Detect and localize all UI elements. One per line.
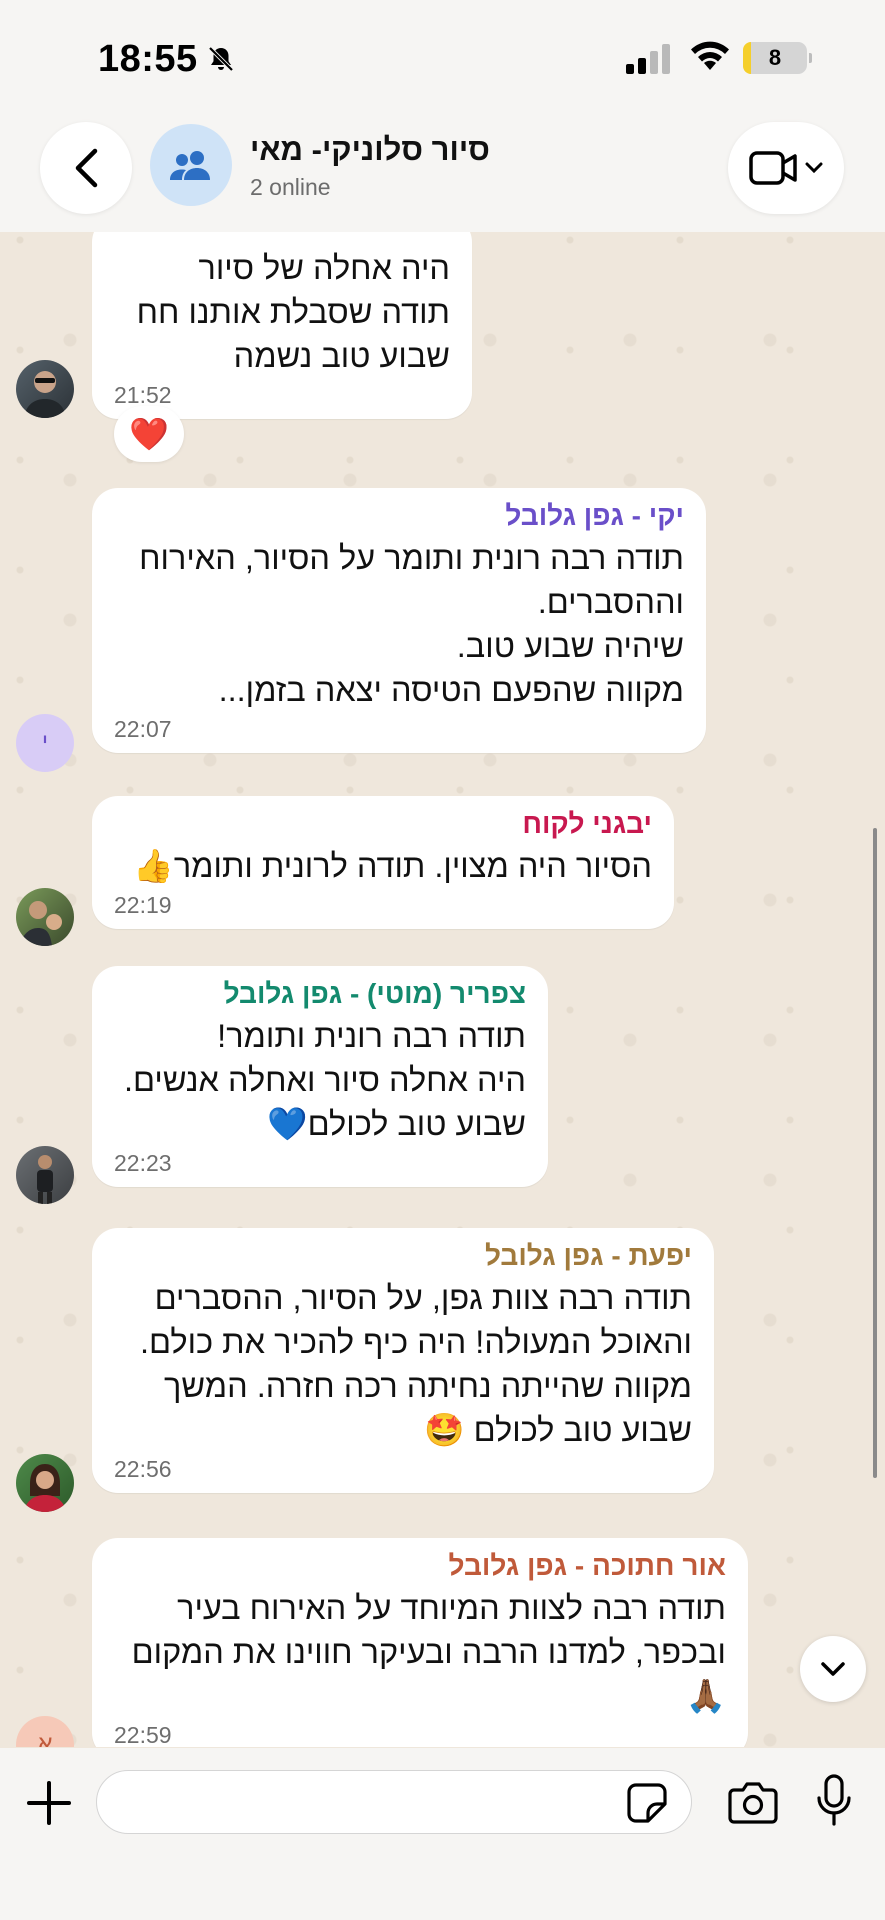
message-bubble[interactable]: אור חתוכה - גפן גלובל תודה רבה לצוות המי… bbox=[92, 1538, 748, 1747]
message-time: 22:23 bbox=[114, 1150, 172, 1176]
composer-bar bbox=[0, 1748, 885, 1920]
sticker-icon[interactable] bbox=[626, 1782, 668, 1824]
chevron-down-icon bbox=[805, 162, 823, 174]
plus-icon[interactable] bbox=[24, 1778, 74, 1828]
message-reaction[interactable]: ❤️ bbox=[114, 406, 184, 462]
microphone-icon[interactable] bbox=[816, 1774, 852, 1828]
message-text: תודה רבה צוות גפן, על הסיור, ההסברים והא… bbox=[140, 1280, 692, 1448]
chevron-down-icon bbox=[821, 1662, 845, 1676]
avatar[interactable] bbox=[16, 1454, 74, 1512]
camera-icon[interactable] bbox=[728, 1780, 778, 1824]
chevron-left-icon bbox=[75, 148, 98, 188]
avatar[interactable] bbox=[16, 360, 74, 418]
message-bubble[interactable]: יקי - גפן גלובל תודה רבה רונית ותומר על … bbox=[92, 488, 706, 753]
group-icon bbox=[170, 151, 210, 180]
avatar-letter: י bbox=[41, 729, 49, 756]
group-avatar[interactable] bbox=[150, 124, 232, 206]
person-photo-icon bbox=[37, 1155, 53, 1204]
message-time: 22:56 bbox=[114, 1456, 172, 1482]
avatar[interactable]: א bbox=[16, 1716, 74, 1747]
sender-name[interactable]: יפעת - גפן גלובל bbox=[114, 1240, 692, 1272]
message-bubble[interactable]: היה אחלה של סיור תודה שסבלת אותנו חח שבו… bbox=[92, 232, 472, 419]
video-camera-icon bbox=[749, 151, 797, 185]
message-text: הסיור היה מצוין. תודה לרונית ותומר👍 bbox=[133, 848, 652, 884]
status-bar: 18:55 8 bbox=[0, 0, 885, 110]
avatar[interactable] bbox=[16, 888, 74, 946]
person-photo-icon bbox=[20, 901, 62, 946]
message-time: 22:59 bbox=[114, 1722, 172, 1747]
person-photo-icon bbox=[24, 371, 66, 418]
sender-name[interactable]: אור חתוכה - גפן גלובל bbox=[114, 1550, 726, 1582]
sender-name[interactable]: צפריר (מוטי) - גפן גלובל bbox=[114, 978, 526, 1010]
back-button[interactable] bbox=[40, 122, 132, 214]
sender-name[interactable]: יקי - גפן גלובל bbox=[114, 500, 684, 532]
message-text: היה אחלה של סיור תודה שסבלת אותנו חח שבו… bbox=[136, 250, 450, 374]
sender-name[interactable]: יבגני לקוח bbox=[114, 808, 652, 840]
avatar-letter: א bbox=[37, 1731, 53, 1747]
message-text: תודה רבה רונית ותומר! היה אחלה סיור ואחל… bbox=[123, 1018, 526, 1142]
bell-off-icon bbox=[208, 46, 234, 72]
status-time: 18:55 bbox=[98, 38, 198, 80]
message-time: 22:07 bbox=[114, 716, 172, 742]
chat-header: סיור סלוניקי- מאי 2 online bbox=[0, 110, 885, 232]
message-list[interactable]: היה אחלה של סיור תודה שסבלת אותנו חח שבו… bbox=[0, 232, 885, 1747]
message-text: תודה רבה לצוות המיוחד על האירוח בעיר ובכ… bbox=[131, 1590, 726, 1714]
message-time: 21:52 bbox=[114, 382, 172, 408]
scroll-to-bottom-button[interactable] bbox=[800, 1636, 866, 1702]
chat-title[interactable]: סיור סלוניקי- מאי bbox=[250, 132, 580, 168]
wifi-icon bbox=[691, 41, 729, 70]
message-bubble[interactable]: יבגני לקוח הסיור היה מצוין. תודה לרונית … bbox=[92, 796, 674, 929]
message-bubble[interactable]: צפריר (מוטי) - גפן גלובל תודה רבה רונית … bbox=[92, 966, 548, 1187]
person-photo-icon bbox=[24, 1464, 66, 1512]
message-bubble[interactable]: יפעת - גפן גלובל תודה רבה צוות גפן, על ה… bbox=[92, 1228, 714, 1493]
message-time: 22:19 bbox=[114, 892, 172, 918]
message-text: תודה רבה רונית ותומר על הסיור, האירוח וה… bbox=[139, 540, 684, 708]
message-input[interactable] bbox=[96, 1770, 692, 1834]
battery-level: 8 bbox=[768, 45, 782, 70]
video-call-button[interactable] bbox=[728, 122, 844, 214]
avatar[interactable]: י bbox=[16, 714, 74, 772]
signal-icon bbox=[626, 44, 670, 74]
battery-indicator: 8 bbox=[743, 42, 812, 74]
avatar[interactable] bbox=[16, 1146, 74, 1204]
scrollbar[interactable] bbox=[873, 828, 877, 1478]
online-status: 2 online bbox=[250, 174, 331, 200]
